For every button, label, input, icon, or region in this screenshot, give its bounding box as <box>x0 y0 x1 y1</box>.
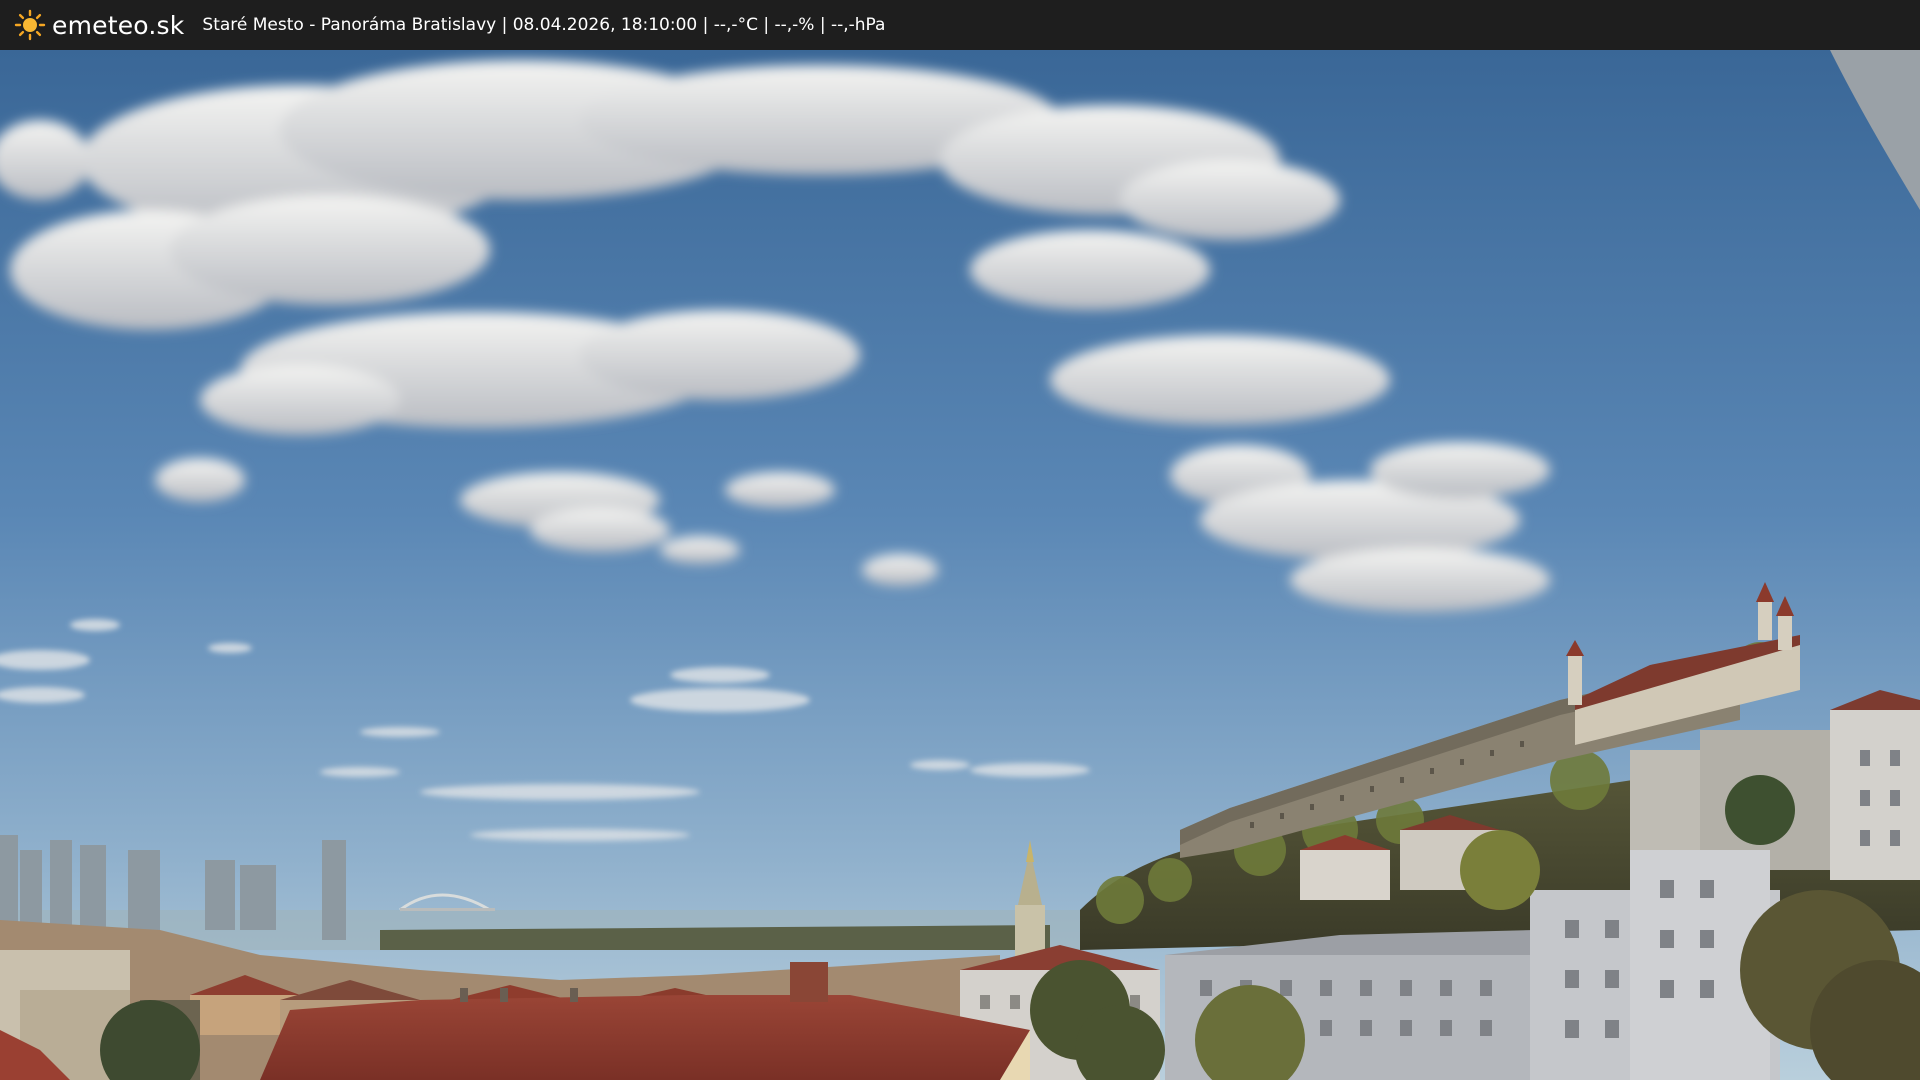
webcam-caption: Staré Mesto - Panoráma Bratislavy | 08.0… <box>202 15 886 35</box>
sun-icon <box>14 9 46 41</box>
webcam-image <box>0 50 1920 1080</box>
logo-link[interactable]: emeteo.sk <box>14 0 184 50</box>
webcam-panorama <box>0 50 1920 1080</box>
top-bar: emeteo.sk Staré Mesto - Panoráma Bratisl… <box>0 0 1920 50</box>
logo-text: emeteo.sk <box>52 10 185 40</box>
